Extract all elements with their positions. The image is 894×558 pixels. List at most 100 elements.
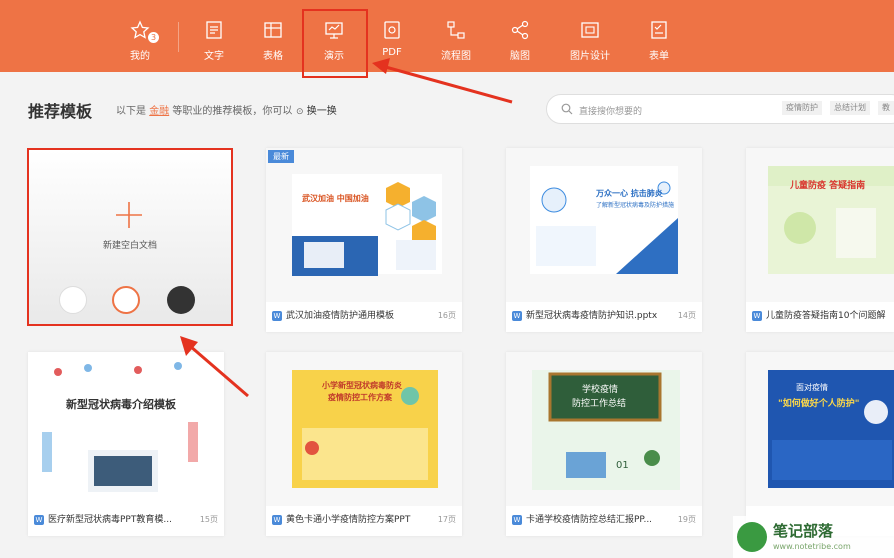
new-badge: 最新 [268, 150, 294, 163]
refresh-icon: ⊙ [296, 107, 304, 117]
page-count: 14页 [677, 311, 696, 320]
template-thumbnail: 武汉加油 中国加油 最新 [266, 148, 462, 302]
plus-icon [116, 202, 142, 228]
wps-doc-icon: W [512, 515, 522, 525]
template-caption: W 武汉加油疫情防护通用模板 16页 [272, 308, 456, 324]
template-caption: W 新型冠状病毒疫情防护知识.pptx 14页 [512, 308, 696, 324]
template-card[interactable]: 小学新型冠状病毒防炎 疫情防控工作方案 W 黄色卡通小学疫情防控方案PPT 17… [266, 352, 462, 536]
nav-label: 文字 [204, 51, 224, 62]
template-card[interactable]: 儿童防疫 答疑指南 W 儿童防疫答疑指南10个问题解 [746, 148, 894, 332]
nav-item-form[interactable]: 表单 [629, 0, 689, 72]
template-thumbnail: 万众一心 抗击肺炎 了解新型冠状病毒及防护措施 [506, 148, 702, 302]
template-card[interactable]: 学校疫情 防控工作总结 01 W 卡通学校疫情防控总结汇报PP... 19页 [506, 352, 702, 536]
nav-item-image-design[interactable]: 图片设计 [560, 0, 620, 72]
subtitle-text: 等职业的推荐模板，你可以 [172, 106, 293, 117]
nav-separator [178, 22, 179, 52]
template-title: 儿童防疫答疑指南10个问题解 [766, 311, 886, 321]
page-count: 16页 [437, 311, 456, 320]
form-icon [651, 21, 667, 39]
thumbnail-art [506, 148, 702, 302]
nav-label: 表单 [649, 51, 669, 62]
thumbnail-art [266, 352, 462, 506]
recommend-subtitle: 以下是 金融 等职业的推荐模板，你可以 [116, 102, 292, 117]
new-blank-document-card[interactable]: 新建空白文档 [27, 148, 233, 326]
template-card[interactable]: 面对疫情 "如何做好个人防护" [746, 352, 894, 536]
search-tag[interactable]: 疫情防护 [782, 101, 822, 115]
thumbnail-title: 学校疫情 [582, 385, 619, 395]
thumbnail-title: 儿童防疫 答疑指南 [790, 181, 866, 191]
template-title: 黄色卡通小学疫情防控方案PPT [286, 515, 411, 525]
wps-doc-icon: W [752, 311, 762, 321]
thumbnail-art [746, 352, 894, 506]
page-count: 15页 [199, 515, 218, 524]
flowchart-icon [447, 21, 465, 39]
wps-doc-icon: W [512, 311, 522, 321]
watermark-text: 笔记部落 [773, 522, 834, 540]
thumbnail-art [746, 148, 894, 302]
image-design-icon [581, 22, 599, 38]
active-tab-highlight [302, 9, 368, 78]
nav-label: 表格 [263, 51, 283, 62]
wps-doc-icon: W [34, 515, 44, 525]
template-caption: W 儿童防疫答疑指南10个问题解 [752, 308, 888, 324]
thumbnail-title: 万众一心 抗击肺炎 [596, 189, 663, 198]
nav-badge: 3 [148, 32, 159, 43]
template-thumbnail: 面对疫情 "如何做好个人防护" [746, 352, 894, 506]
color-option-orange-selected[interactable] [112, 286, 140, 314]
thumbnail-art [506, 352, 702, 506]
new-document-label: 新建空白文档 [102, 241, 157, 251]
annotation-arrow [372, 58, 513, 104]
annotation-arrow [180, 336, 249, 398]
page-count: 19页 [677, 515, 696, 524]
thumbnail-title: 新型冠状病毒介绍模板 [66, 398, 176, 411]
thumbnail-subtitle: 疫情防控工作方案 [328, 393, 392, 402]
nav-label: 图片设计 [570, 51, 610, 62]
search-tag[interactable]: 教 [878, 101, 894, 115]
mindmap-icon [511, 20, 529, 40]
nav-item-text[interactable]: 文字 [184, 0, 244, 72]
document-icon [206, 21, 222, 39]
template-thumbnail: 儿童防疫 答疑指南 [746, 148, 894, 302]
template-title: 武汉加油疫情防护通用模板 [286, 311, 395, 321]
template-caption: W 医疗新型冠状病毒PPT教育模... 15页 [34, 512, 218, 528]
pdf-icon [384, 21, 400, 39]
wps-doc-icon: W [272, 311, 282, 321]
swap-button[interactable]: ⊙ 换一换 [296, 102, 337, 117]
swap-label: 换一换 [306, 106, 337, 117]
template-card[interactable]: 万众一心 抗击肺炎 了解新型冠状病毒及防护措施 W 新型冠状病毒疫情防护知识.p… [506, 148, 702, 332]
nav-label: 我的 [130, 51, 150, 62]
thumbnail-art [266, 148, 462, 302]
page-count: 17页 [437, 515, 456, 524]
search-placeholder: 直接搜你想要的 [579, 107, 643, 117]
color-option-dark[interactable] [167, 286, 195, 314]
watermark-logo [737, 522, 767, 552]
template-title: 医疗新型冠状病毒PPT教育模... [48, 515, 172, 525]
thumbnail-subtitle: 了解新型冠状病毒及防护措施 [596, 202, 675, 209]
thumbnail-title: 小学新型冠状病毒防炎 [322, 381, 402, 390]
watermark: 笔记部落 www.notetribe.com [733, 516, 894, 558]
star-user-icon [130, 20, 150, 39]
template-caption: W 卡通学校疫情防控总结汇报PP... 19页 [512, 512, 696, 528]
subtitle-text: 以下是 [116, 106, 146, 117]
nav-item-mine[interactable]: 3 我的 [110, 0, 170, 72]
template-title: 新型冠状病毒疫情防护知识.pptx [526, 311, 658, 321]
wps-doc-icon: W [272, 515, 282, 525]
thumbnail-subtitle: 防控工作总结 [572, 399, 627, 409]
thumbnail-title: 武汉加油 中国加油 [302, 194, 369, 203]
color-option-white[interactable] [59, 286, 87, 314]
thumbnail-title: 面对疫情 [796, 383, 828, 392]
thumbnail-subtitle: "如何做好个人防护" [778, 399, 860, 409]
watermark-url: www.notetribe.com [773, 542, 851, 551]
template-thumbnail: 学校疫情 防控工作总结 01 [506, 352, 702, 506]
template-caption: W 黄色卡通小学疫情防控方案PPT 17页 [272, 512, 456, 528]
search-icon [561, 103, 573, 115]
search-tag[interactable]: 总结计划 [830, 101, 870, 115]
thumbnail-number: 01 [616, 460, 629, 471]
template-card[interactable]: 武汉加油 中国加油 最新 W 武汉加油疫情防护通用模板 16页 [266, 148, 462, 332]
template-title: 卡通学校疫情防控总结汇报PP... [526, 515, 653, 525]
template-thumbnail: 小学新型冠状病毒防炎 疫情防控工作方案 [266, 352, 462, 506]
profession-link[interactable]: 金融 [149, 106, 169, 117]
table-icon [264, 22, 282, 38]
nav-item-sheet[interactable]: 表格 [243, 0, 303, 72]
page-title: 推荐模板 [28, 102, 93, 121]
